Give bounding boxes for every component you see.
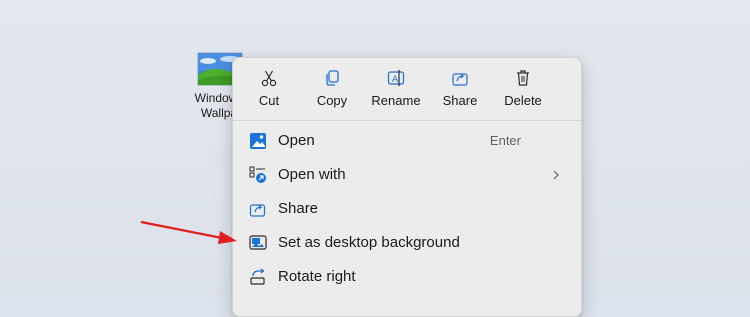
annotation-arrow	[140, 220, 237, 244]
desktop[interactable]: Windows Wallpa Cut Copy A Rename Share D…	[0, 0, 750, 317]
